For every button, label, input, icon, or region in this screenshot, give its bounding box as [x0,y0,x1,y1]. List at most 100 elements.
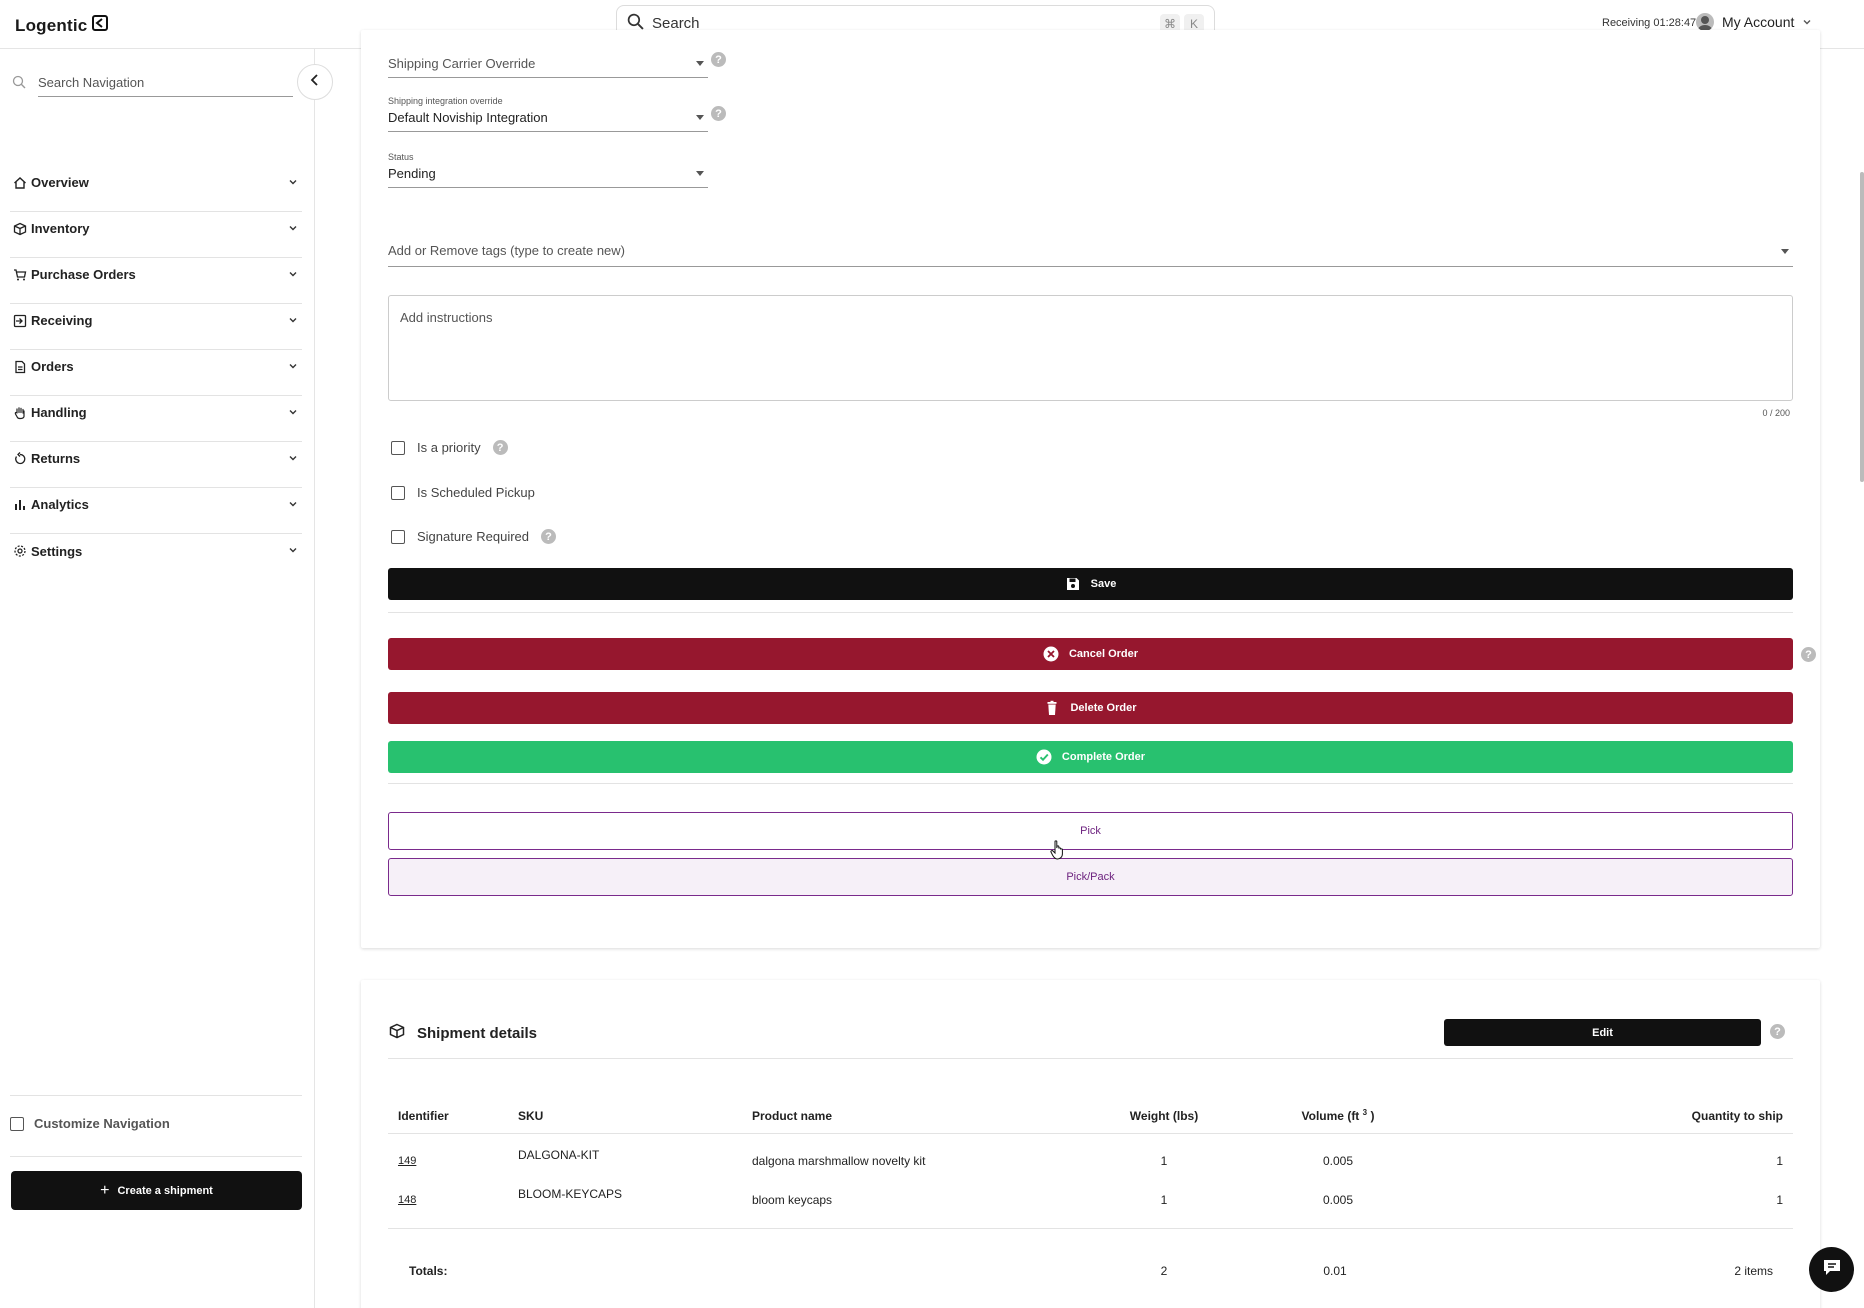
status-select[interactable]: Status Pending [388,152,708,188]
carrier-override-value: Shipping Carrier Override [388,56,536,71]
help-icon[interactable]: ? [541,529,557,544]
caret-down-icon [696,115,704,120]
customize-navigation-checkbox[interactable] [10,1116,24,1131]
volume-header-close: ) [1370,1109,1375,1123]
edit-shipment-button[interactable]: Edit [1444,1019,1761,1046]
logo-text: Logentic [15,15,88,35]
edit-label: Edit [1592,1026,1613,1039]
row-volume: 0.005 [1322,1192,1354,1207]
column-header-product-name[interactable]: Product name [752,1109,832,1123]
priority-label: Is a priority [417,440,481,455]
nav-search[interactable]: Search Navigation [12,71,294,97]
row-identifier-link[interactable]: 148 [398,1194,416,1206]
signature-checkbox-row[interactable]: Signature Required ? [391,529,557,544]
column-header-identifier[interactable]: Identifier [398,1109,449,1123]
chevron-down-icon [288,450,298,468]
row-sku: BLOOM-KEYCAPS [518,1187,623,1201]
integration-override-select[interactable]: Shipping integration override Default No… [388,96,708,132]
signature-checkbox[interactable] [391,529,405,544]
document-icon [13,360,27,374]
carrier-override-field[interactable]: Shipping Carrier Override [388,52,708,78]
totals-quantity: 2 items [1734,1264,1773,1278]
table-header: Identifier SKU Product name Weight (lbs)… [388,1098,1793,1134]
integration-override-label: Shipping integration override [388,96,503,106]
sidebar-item-label: Handling [31,405,87,420]
nav-search-input[interactable]: Search Navigation [38,71,293,97]
signature-label: Signature Required [417,529,530,544]
page-scrollbar[interactable] [1860,172,1864,482]
sidebar-divider [10,1156,302,1157]
status-label: Status [388,152,414,162]
floppy-disk-icon [1065,576,1081,592]
account-menu[interactable]: My Account [1696,13,1812,31]
shipment-table: Identifier SKU Product name Weight (lbs)… [388,1098,1793,1219]
help-icon[interactable]: ? [492,440,508,455]
scheduled-pickup-checkbox[interactable] [391,485,405,500]
column-header-sku[interactable]: SKU [518,1109,543,1123]
chevron-left-icon [308,73,322,92]
status-field[interactable]: Pending [388,162,708,188]
hand-icon [13,406,27,420]
row-product-name: bloom keycaps [752,1192,833,1207]
row-quantity: 1 [1776,1153,1783,1168]
sidebar-item-label: Inventory [31,221,90,236]
instructions-placeholder: Add instructions [400,310,493,325]
column-header-quantity[interactable]: Quantity to ship [1692,1109,1783,1123]
pick-button[interactable]: Pick [388,812,1793,850]
chevron-down-icon [1802,14,1812,30]
sidebar-item-settings[interactable]: Settings [10,522,302,580]
chevron-down-icon [288,174,298,192]
home-icon [13,176,27,190]
help-icon[interactable]: ? [1801,647,1816,662]
status-value: Pending [388,166,436,181]
box-icon [13,222,27,236]
box-icon [389,1023,405,1043]
help-icon[interactable]: ? [711,106,726,121]
chevron-down-icon [288,312,298,330]
tags-input[interactable]: Add or Remove tags (type to create new) [388,243,1793,267]
priority-checkbox-row[interactable]: Is a priority ? [391,440,508,455]
receiving-icon [13,314,27,328]
help-icon[interactable]: ? [1770,1024,1785,1039]
receiving-timer-label: Receiving 01:28:47 [1602,17,1697,29]
customize-navigation[interactable]: Customize Navigation [10,1095,302,1131]
integration-override-value: Default Noviship Integration [388,110,548,125]
avatar [1696,13,1714,31]
totals-label: Totals: [409,1264,448,1278]
scheduled-pickup-checkbox-row[interactable]: Is Scheduled Pickup [391,485,535,500]
search-icon [12,75,26,94]
sidebar: Search Navigation Overview Inventory Pur… [0,49,333,1308]
column-header-weight[interactable]: Weight (lbs) [1114,1109,1214,1123]
sidebar-item-label: Settings [31,543,83,559]
row-identifier-link[interactable]: 149 [398,1155,416,1167]
pick-pack-label: Pick/Pack [1066,871,1115,883]
complete-order-button[interactable]: Complete Order [388,741,1793,773]
cancel-order-button[interactable]: Cancel Order [388,638,1793,670]
sidebar-item-label: Orders [31,359,74,374]
pick-pack-button[interactable]: Pick/Pack [388,858,1793,896]
app-logo[interactable]: Logentic [15,14,109,37]
delete-order-button[interactable]: Delete Order [388,692,1793,724]
save-label: Save [1090,578,1117,590]
receiving-timer[interactable]: Receiving 01:28:47 [1602,17,1696,29]
help-icon[interactable]: ? [711,52,726,67]
instructions-textarea[interactable]: Add instructions [388,295,1793,401]
return-icon [13,451,27,466]
column-header-volume[interactable]: Volume (ft 3 ) [1268,1108,1408,1123]
chevron-down-icon [288,404,298,422]
create-shipment-button[interactable]: + Create a shipment [11,1171,302,1210]
sidebar-item-label: Returns [31,451,81,466]
divider [388,783,1793,784]
priority-checkbox[interactable] [391,440,405,455]
chat-button[interactable] [1809,1247,1854,1292]
carrier-override-select[interactable]: Shipping Carrier Override [388,52,708,78]
bar-chart-icon [13,498,27,512]
shipment-details-title: Shipment details [389,1023,537,1043]
divider [388,1058,1793,1059]
sidebar-item-label: Overview [31,175,89,190]
chevron-down-icon [288,358,298,376]
collapse-sidebar-button[interactable] [297,64,333,100]
save-button[interactable]: Save [388,568,1793,600]
delete-order-label: Delete Order [1070,702,1137,714]
integration-override-field[interactable]: Default Noviship Integration [388,106,708,132]
